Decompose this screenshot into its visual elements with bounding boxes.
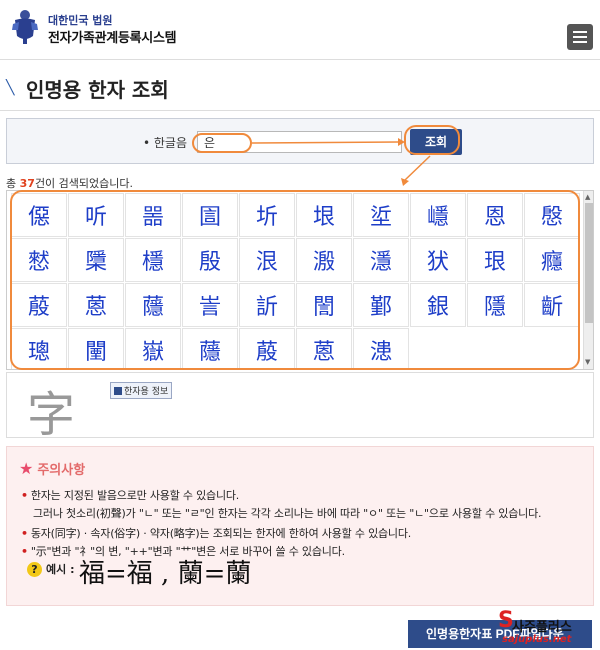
caution-line-text: 한자는 지정된 발음으로만 사용할 수 있습니다. (30, 489, 240, 502)
example-label-text: 예시 : (46, 563, 75, 576)
hanja-info-label: 한자용 정보 (124, 387, 169, 397)
result-count-number: 37 (19, 177, 35, 190)
watermark-brand: 사주플러스 (512, 620, 572, 635)
result-count-prefix: 총 (6, 177, 20, 190)
example-label: ? 예시 : (27, 561, 74, 577)
caution-heading-text: 주의사항 (37, 463, 86, 478)
results-highlight-ring (10, 190, 580, 370)
result-count: 총 37건이 검색되었습니다. (6, 175, 133, 191)
scroll-down-icon[interactable]: ▼ (585, 358, 590, 366)
example-text: 福=福 , 蘭=蘭 (79, 559, 252, 589)
court-name: 대한민국 법원 (48, 14, 113, 27)
preview-character: 字 (27, 387, 76, 443)
watermark-url: sajuplus.net (502, 634, 572, 645)
scroll-up-icon[interactable]: ▲ (585, 193, 590, 201)
page-title-area: ╲ 인명용 한자 조회 (0, 72, 600, 106)
system-name[interactable]: 전자가족관계등록시스템 (48, 27, 177, 46)
info-book-icon (114, 387, 122, 395)
star-icon: ★ (19, 459, 34, 478)
caution-line-text: 동자(同字) · 속자(俗字) · 약자(略字)는 조회되는 한자에 한하여 사… (30, 527, 412, 540)
title-bullet-icon: ╲ (6, 80, 15, 96)
question-icon: ? (27, 562, 42, 577)
hanja-info-button[interactable]: 한자용 정보 (110, 382, 173, 399)
title-divider (0, 110, 600, 111)
court-logo-icon[interactable] (10, 6, 40, 46)
hanja-preview-panel: 字 한자용 정보 (6, 372, 594, 443)
result-count-suffix: 건이 검색되었습니다. (34, 177, 134, 190)
caution-box: ★ 주의사항 • 한자는 지정된 발음으로만 사용할 수 있습니다. 그러나 첫소리… (6, 446, 594, 606)
caution-line: • 한자는 지정된 발음으로만 사용할 수 있습니다. (21, 489, 240, 502)
caution-line: 그러나 첫소리(初聲)가 "ㄴ" 또는 "ㄹ"인 한자는 각각 소리나는 바에 … (33, 505, 541, 521)
results-scrollbar[interactable]: ▲ ▼ (583, 191, 593, 369)
caution-line: • 동자(同字) · 속자(俗字) · 약자(略字)는 조회되는 한자에 한하여 … (21, 527, 412, 540)
page-title: 인명용 한자 조회 (26, 78, 169, 102)
caution-heading: ★ 주의사항 (19, 459, 85, 478)
search-panel: • 한글음 조회 (6, 118, 594, 164)
input-highlight-ring (192, 133, 252, 153)
watermark: S 사주플러스 sajuplus.net (498, 608, 598, 650)
search-label: • 한글음 (143, 136, 188, 150)
button-highlight-ring (404, 125, 460, 155)
scroll-thumb[interactable] (585, 203, 593, 323)
caution-line-text: 그러나 첫소리(初聲)가 "ㄴ" 또는 "ㄹ"인 한자는 각각 소리나는 바에 … (33, 507, 542, 520)
hamburger-menu-icon[interactable] (567, 24, 593, 50)
top-bar: 대한민국 법원 전자가족관계등록시스템 (0, 0, 600, 60)
